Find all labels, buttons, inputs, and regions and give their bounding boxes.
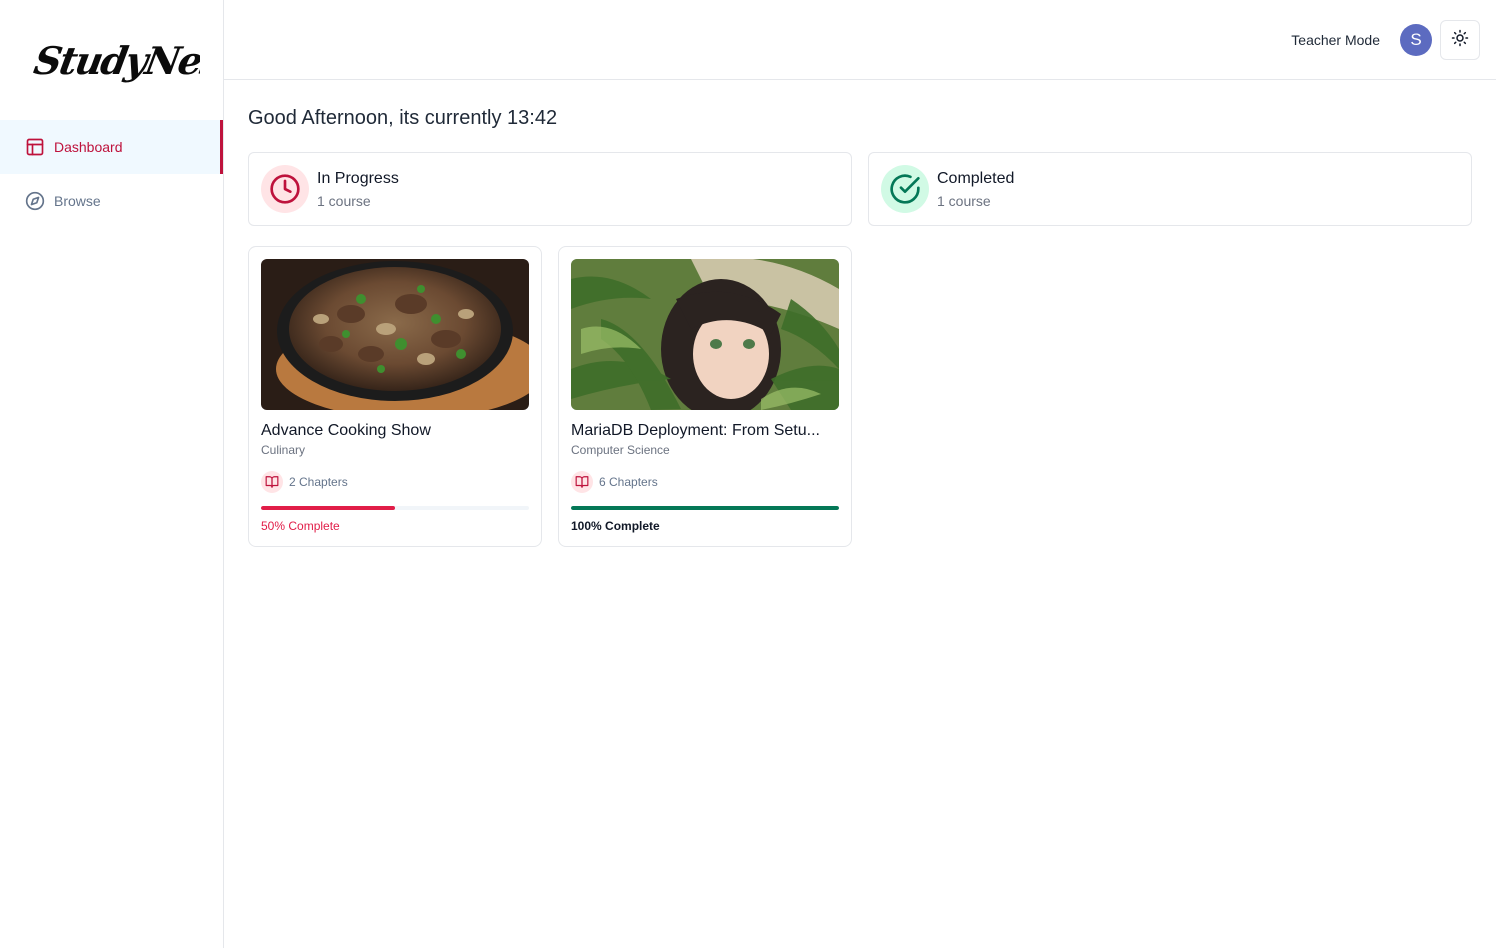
- progress-label: 50% Complete: [261, 519, 340, 533]
- progress-bar-fill: [261, 506, 395, 510]
- sidebar: StudyNest Dashboard Browse: [0, 0, 242, 948]
- course-thumbnail: [571, 259, 839, 410]
- progress-bar-fill: [571, 506, 839, 510]
- progress-bar: [261, 506, 529, 510]
- course-category: Computer Science: [571, 443, 670, 457]
- stat-count: 1 course: [937, 193, 991, 209]
- compass-icon: [25, 191, 45, 211]
- top-header: Teacher Mode S: [224, 0, 1496, 80]
- sidebar-nav: Dashboard Browse: [0, 120, 223, 228]
- course-card[interactable]: MariaDB Deployment: From Setu... Compute…: [558, 246, 852, 547]
- in-progress-card: In Progress 1 course: [248, 152, 852, 226]
- teacher-mode-button[interactable]: Teacher Mode: [1291, 28, 1380, 52]
- chapter-count: 6 Chapters: [571, 471, 658, 493]
- progress-label: 100% Complete: [571, 519, 660, 533]
- sidebar-item-browse[interactable]: Browse: [0, 174, 223, 228]
- completed-card: Completed 1 course: [868, 152, 1472, 226]
- stat-title: In Progress: [317, 170, 399, 187]
- svg-text:StudyNest: StudyNest: [30, 39, 200, 84]
- greeting-heading: Good Afternoon, its currently 13:42: [248, 107, 558, 129]
- chapter-label: 2 Chapters: [289, 475, 348, 489]
- check-circle-icon: [881, 165, 929, 213]
- avatar[interactable]: S: [1400, 24, 1432, 56]
- sidebar-item-label: Dashboard: [54, 139, 123, 155]
- sidebar-item-dashboard[interactable]: Dashboard: [0, 120, 223, 174]
- chapter-count: 2 Chapters: [261, 471, 348, 493]
- stat-title: Completed: [937, 170, 1015, 187]
- course-card[interactable]: Advance Cooking Show Culinary 2 Chapters…: [248, 246, 542, 547]
- chapter-label: 6 Chapters: [599, 475, 658, 489]
- logo-wordmark: StudyNest: [30, 39, 241, 84]
- book-open-icon: [261, 471, 283, 493]
- sidebar-item-label: Browse: [54, 193, 101, 209]
- theme-toggle-button[interactable]: [1440, 20, 1480, 60]
- book-open-icon: [571, 471, 593, 493]
- sun-icon: [1451, 29, 1469, 52]
- course-title: MariaDB Deployment: From Setu...: [571, 422, 820, 439]
- layout-icon: [25, 137, 45, 157]
- avatar-initial: S: [1410, 30, 1422, 49]
- progress-bar: [571, 506, 839, 510]
- studynest-logo[interactable]: StudyNest: [30, 30, 241, 94]
- course-thumbnail: [261, 259, 529, 410]
- course-title: Advance Cooking Show: [261, 422, 431, 439]
- course-category: Culinary: [261, 443, 306, 457]
- stat-count: 1 course: [317, 193, 371, 209]
- clock-icon: [261, 165, 309, 213]
